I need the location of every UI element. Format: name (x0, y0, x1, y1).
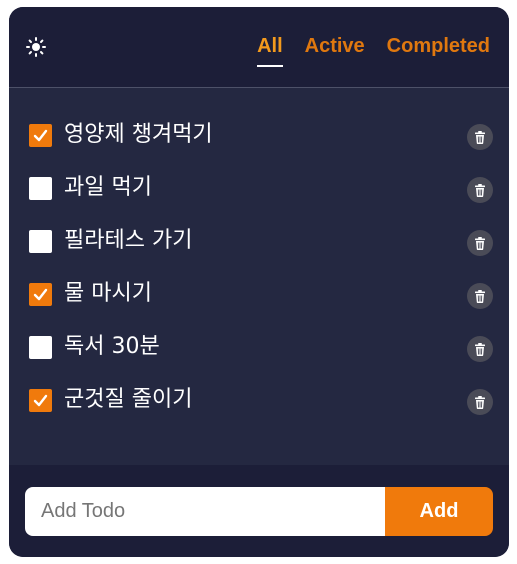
todo-text: 군것질 줄이기 (64, 387, 193, 412)
trash-icon[interactable] (467, 124, 493, 150)
add-button[interactable]: Add (385, 487, 493, 536)
filter-completed[interactable]: Completed (387, 35, 490, 60)
todo-list: 영양제 챙겨먹기과일 먹기필라테스 가기물 마시기독서 30분군것질 줄이기 (9, 88, 509, 427)
todo-checkbox[interactable] (29, 389, 52, 412)
todo-checkbox[interactable] (29, 230, 52, 253)
todo-checkbox[interactable] (29, 283, 52, 306)
trash-icon[interactable] (467, 230, 493, 256)
todo-item: 과일 먹기 (9, 162, 509, 215)
add-todo-form: Add (25, 487, 493, 536)
trash-icon[interactable] (467, 336, 493, 362)
todo-checkbox[interactable] (29, 336, 52, 359)
todo-checkbox[interactable] (29, 177, 52, 200)
todo-checkbox[interactable] (29, 124, 52, 147)
todo-text: 필라테스 가기 (64, 228, 193, 253)
check-icon (33, 394, 48, 407)
todo-item: 영양제 챙겨먹기 (9, 109, 509, 162)
header: All Active Completed (9, 7, 509, 88)
todo-text: 독서 30분 (64, 334, 160, 359)
todo-item: 군것질 줄이기 (9, 374, 509, 427)
check-icon (33, 129, 48, 142)
footer: Add (9, 465, 509, 557)
todo-text: 과일 먹기 (64, 175, 152, 200)
check-icon (33, 288, 48, 301)
trash-icon[interactable] (467, 283, 493, 309)
filter-tabs: All Active Completed (257, 35, 490, 67)
todo-item: 독서 30분 (9, 321, 509, 374)
filter-all[interactable]: All (257, 35, 283, 67)
filter-active[interactable]: Active (305, 35, 365, 60)
todo-text: 영양제 챙겨먹기 (64, 122, 213, 147)
todo-item: 필라테스 가기 (9, 215, 509, 268)
todo-app: All Active Completed 영양제 챙겨먹기과일 먹기필라테스 가… (9, 7, 509, 557)
todo-text: 물 마시기 (64, 281, 152, 306)
sun-icon[interactable] (25, 36, 47, 58)
add-todo-input[interactable] (25, 487, 385, 536)
todo-item: 물 마시기 (9, 268, 509, 321)
trash-icon[interactable] (467, 389, 493, 415)
trash-icon[interactable] (467, 177, 493, 203)
